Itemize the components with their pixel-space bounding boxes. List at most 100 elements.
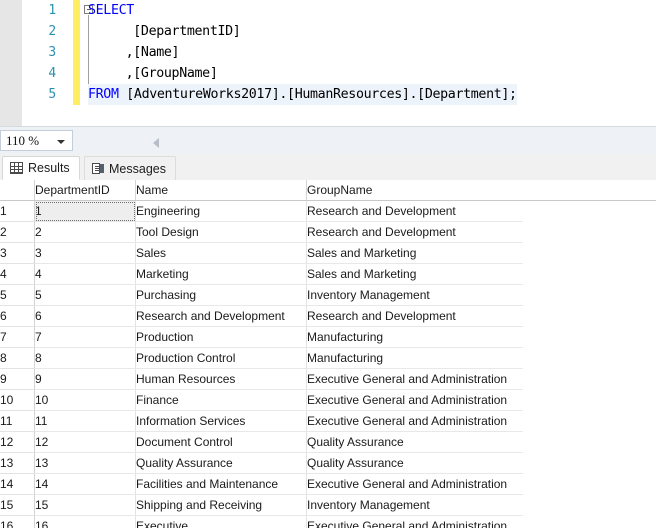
table-cell[interactable]: 2	[34, 221, 136, 243]
table-row[interactable]: 2 2 Tool Design Research and Development	[0, 221, 526, 243]
table-cell[interactable]: Manufacturing	[306, 347, 526, 369]
table-cell[interactable]: 11	[34, 410, 136, 432]
table-row[interactable]: 5 5 Purchasing Inventory Management	[0, 284, 526, 306]
column-header-groupname[interactable]: GroupName	[306, 180, 526, 201]
table-cell[interactable]: Tool Design	[135, 221, 307, 243]
table-cell[interactable]: Executive	[135, 515, 307, 528]
row-number-cell[interactable]: 11	[0, 410, 35, 432]
table-cell[interactable]: Finance	[135, 389, 307, 411]
table-cell[interactable]: Document Control	[135, 431, 307, 453]
row-number-cell[interactable]: 13	[0, 452, 35, 474]
table-cell[interactable]: Information Services	[135, 410, 307, 432]
table-cell[interactable]: 6	[34, 305, 136, 327]
tab-results[interactable]: Results	[2, 156, 80, 180]
table-cell[interactable]: Sales and Marketing	[306, 242, 526, 264]
table-row[interactable]: 3 3 Sales Sales and Marketing	[0, 242, 526, 264]
table-cell[interactable]: Inventory Management	[306, 284, 526, 306]
table-cell[interactable]: Research and Development	[306, 221, 526, 243]
selected-cell[interactable]: 1	[34, 200, 136, 222]
row-number-cell[interactable]: 2	[0, 221, 35, 243]
table-cell[interactable]: Executive General and Administration	[306, 389, 526, 411]
table-cell[interactable]: Sales and Marketing	[306, 263, 526, 285]
code-line[interactable]: 4 ,[GroupName]	[21, 63, 656, 84]
table-cell[interactable]: 14	[34, 473, 136, 495]
table-row[interactable]: 8 8 Production Control Manufacturing	[0, 347, 526, 369]
row-number-cell[interactable]: 14	[0, 473, 35, 495]
results-table-body[interactable]: 1 1 Engineering Research and Development 2 2 T…	[0, 200, 526, 528]
table-cell[interactable]: 4	[34, 263, 136, 285]
chevron-down-icon[interactable]	[57, 140, 65, 144]
table-cell[interactable]: Executive General and Administration	[306, 515, 526, 528]
table-cell[interactable]: Facilities and Maintenance	[135, 473, 307, 495]
table-cell[interactable]: 10	[34, 389, 136, 411]
table-cell[interactable]: 3	[34, 242, 136, 264]
row-number-cell[interactable]: 1	[0, 200, 35, 222]
table-row[interactable]: 9 9 Human Resources Executive General and A…	[0, 368, 526, 390]
table-cell[interactable]: Human Resources	[135, 368, 307, 390]
code-text[interactable]: SELECT	[88, 0, 134, 21]
table-row[interactable]: 13 13 Quality Assurance Quality Assurance	[0, 452, 526, 474]
code-text[interactable]: ,[GroupName]	[95, 63, 218, 84]
table-row[interactable]: 14 14 Facilities and Maintenance Executive …	[0, 473, 526, 495]
table-row[interactable]: 11 11 Information Services Executive Genera…	[0, 410, 526, 432]
code-text[interactable]: FROM [AdventureWorks2017].[HumanResource…	[88, 84, 517, 105]
row-number-cell[interactable]: 7	[0, 326, 35, 348]
table-row[interactable]: 4 4 Marketing Sales and Marketing	[0, 263, 526, 285]
triangle-left-icon[interactable]	[153, 138, 159, 148]
table-cell[interactable]: Research and Development	[135, 305, 307, 327]
column-header-departmentid[interactable]: DepartmentID	[34, 180, 136, 201]
table-row[interactable]: 6 6 Research and Development Research and D…	[0, 305, 526, 327]
table-cell[interactable]: Shipping and Receiving	[135, 494, 307, 516]
table-cell[interactable]: Marketing	[135, 263, 307, 285]
table-row[interactable]: 15 15 Shipping and Receiving Inventory Mana…	[0, 494, 526, 516]
tab-messages[interactable]: Messages	[84, 156, 176, 180]
table-cell[interactable]: Purchasing	[135, 284, 307, 306]
row-number-cell[interactable]: 6	[0, 305, 35, 327]
table-cell[interactable]: Production	[135, 326, 307, 348]
table-row[interactable]: 1 1 Engineering Research and Development	[0, 200, 526, 222]
code-text[interactable]: ,[Name]	[95, 42, 180, 63]
table-cell[interactable]: Research and Development	[306, 200, 526, 222]
table-cell[interactable]: 15	[34, 494, 136, 516]
row-number-cell[interactable]: 5	[0, 284, 35, 306]
table-cell[interactable]: 5	[34, 284, 136, 306]
table-row[interactable]: 7 7 Production Manufacturing	[0, 326, 526, 348]
code-line[interactable]: 3 ,[Name]	[21, 42, 656, 63]
row-number-cell[interactable]: 4	[0, 263, 35, 285]
table-cell[interactable]: Manufacturing	[306, 326, 526, 348]
code-text[interactable]: [DepartmentID]	[95, 21, 241, 42]
query-editor-pane[interactable]: 1 SELECT 2 [DepartmentID] 3 ,[Name] 4 ,[Grou…	[0, 0, 656, 126]
table-cell[interactable]: Executive General and Administration	[306, 473, 526, 495]
table-cell[interactable]: Production Control	[135, 347, 307, 369]
row-number-cell[interactable]: 15	[0, 494, 35, 516]
row-number-cell[interactable]: 3	[0, 242, 35, 264]
table-cell[interactable]: 8	[34, 347, 136, 369]
table-cell[interactable]: Executive General and Administration	[306, 368, 526, 390]
row-number-cell[interactable]: 12	[0, 431, 35, 453]
code-line[interactable]: 5 FROM [AdventureWorks2017].[HumanResourc…	[21, 84, 656, 105]
results-table[interactable]: DepartmentID Name GroupName 1 1 Engineering R…	[0, 180, 526, 528]
row-number-cell[interactable]: 10	[0, 389, 35, 411]
table-cell[interactable]: 16	[34, 515, 136, 528]
table-row[interactable]: 12 12 Document Control Quality Assurance	[0, 431, 526, 453]
table-cell[interactable]: 7	[34, 326, 136, 348]
table-cell[interactable]: Quality Assurance	[135, 452, 307, 474]
code-line[interactable]: 2 [DepartmentID]	[21, 21, 656, 42]
results-grid[interactable]: DepartmentID Name GroupName 1 1 Engineering R…	[0, 180, 656, 528]
row-number-cell[interactable]: 16	[0, 515, 35, 528]
table-cell[interactable]: 12	[34, 431, 136, 453]
row-number-cell[interactable]: 8	[0, 347, 35, 369]
table-cell[interactable]: Engineering	[135, 200, 307, 222]
table-cell[interactable]: Research and Development	[306, 305, 526, 327]
table-cell[interactable]: 13	[34, 452, 136, 474]
table-row[interactable]: 16 16 Executive Executive General and Admin…	[0, 515, 526, 528]
table-row[interactable]: 10 10 Finance Executive General and Adminis…	[0, 389, 526, 411]
zoom-level-dropdown[interactable]: 110 %	[0, 130, 73, 151]
editor-code-area[interactable]: 1 SELECT 2 [DepartmentID] 3 ,[Name] 4 ,[Grou…	[21, 0, 656, 126]
column-header-name[interactable]: Name	[135, 180, 307, 201]
table-cell[interactable]: Quality Assurance	[306, 452, 526, 474]
row-number-cell[interactable]: 9	[0, 368, 35, 390]
table-cell[interactable]: 9	[34, 368, 136, 390]
table-cell[interactable]: Sales	[135, 242, 307, 264]
table-cell[interactable]: Quality Assurance	[306, 431, 526, 453]
